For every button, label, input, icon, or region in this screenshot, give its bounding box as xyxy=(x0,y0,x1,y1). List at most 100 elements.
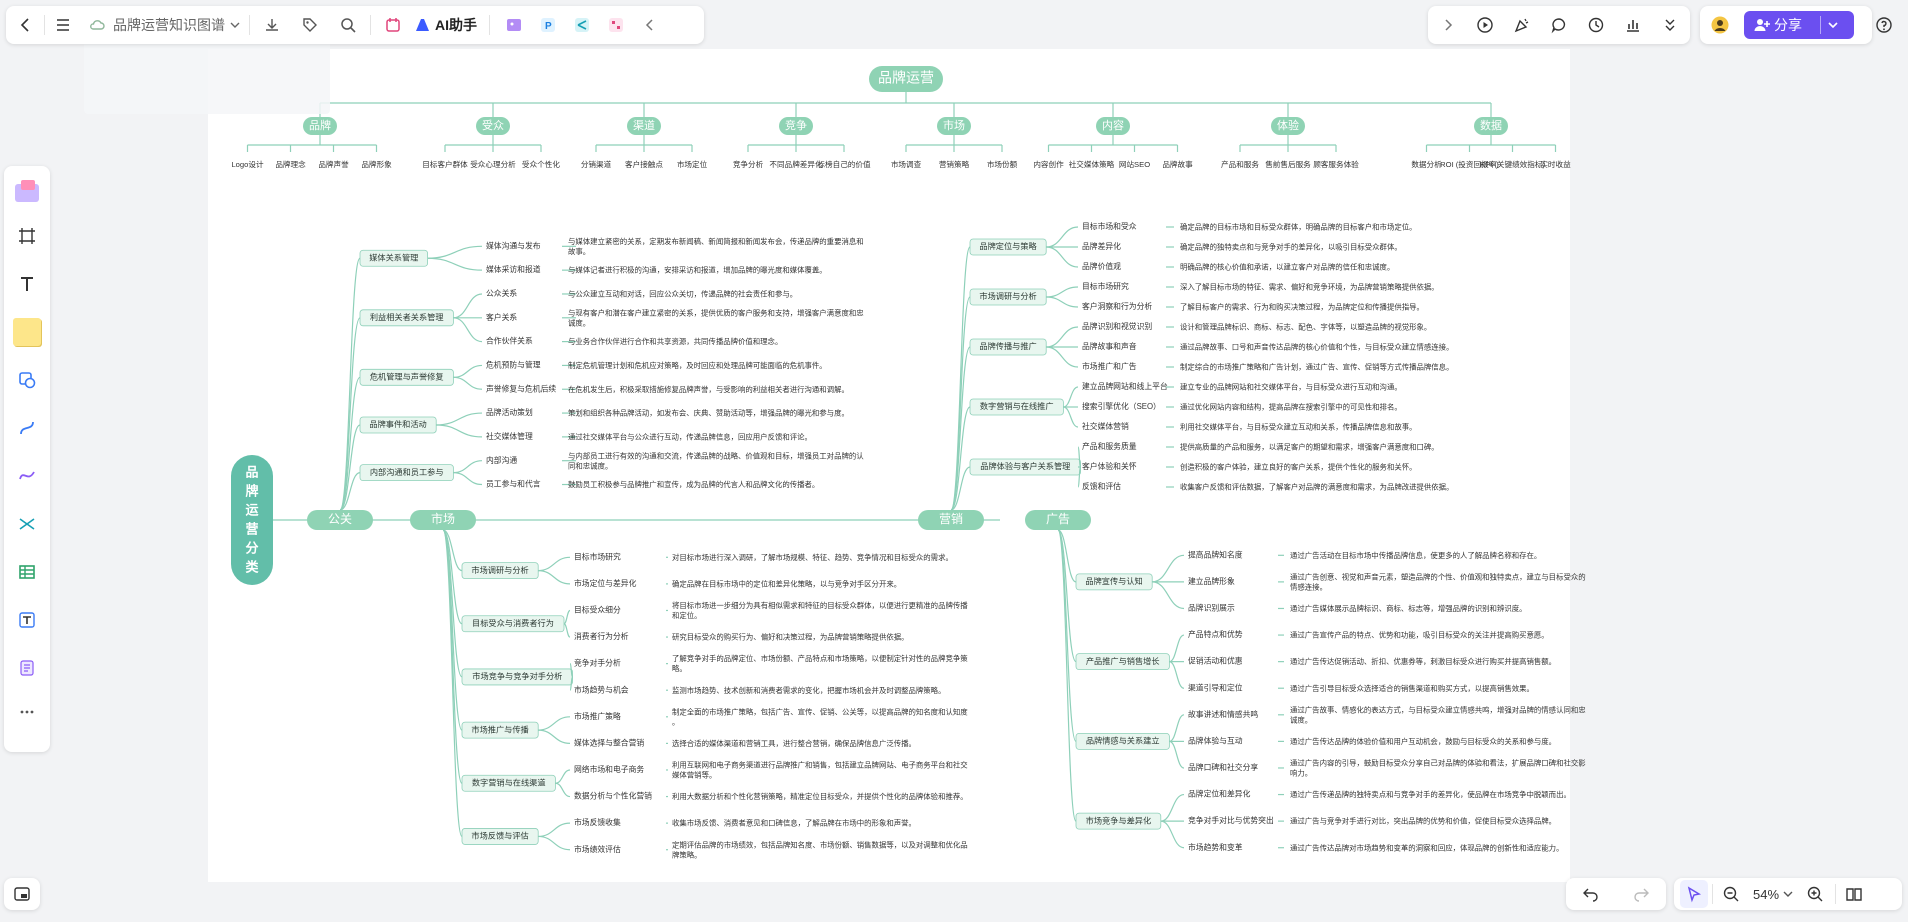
main-branch-3-label: 广告 xyxy=(1046,512,1070,526)
cloud-icon xyxy=(83,11,111,39)
ai-assistant-icon[interactable] xyxy=(413,11,433,39)
marketing-item-value: 了解目标客户的需求、行为和购买决策过程，为品牌定位和传播提供指导。 xyxy=(1180,303,1424,312)
text-tool-icon[interactable] xyxy=(13,270,41,298)
market-item-key: 媒体选择与整合营销 xyxy=(574,737,644,747)
market-group-node-label: 市场调研与分析 xyxy=(471,565,528,575)
marketing-item-key: 品牌差异化 xyxy=(1082,241,1121,251)
more-down-icon[interactable] xyxy=(1656,11,1684,39)
market-item-value: 选择合适的媒体渠道和营销工具，进行整合营销，确保品牌信息广泛传播。 xyxy=(672,739,916,748)
comment-icon[interactable] xyxy=(1545,11,1573,39)
mindmap-tool-icon[interactable] xyxy=(13,510,41,538)
marketing-item-key: 社交媒体营销 xyxy=(1082,421,1129,431)
top-leaf-text: KPI (关键绩效指标) xyxy=(1480,159,1545,169)
play-icon[interactable] xyxy=(1471,11,1499,39)
search-icon[interactable] xyxy=(334,11,362,39)
mind-map[interactable]: 品牌运营 品牌 Logo设计 品牌理念 品牌声誉 品牌形象 受众 目标客户群体 受众心理分析 受众… xyxy=(0,0,1908,917)
market-item-value: 对目标市场进行深入调研，了解市场规模、特征、趋势、竞争情况和目标受众的需求。 xyxy=(672,553,953,562)
top-root-node-label: 品牌运营 xyxy=(878,70,934,86)
market-item-key: 市场趋势与机会 xyxy=(574,684,629,694)
marketing-item-value: 确定品牌的目标市场和目标受众群体，明确品牌的目标客户和市场定位。 xyxy=(1180,223,1417,232)
main-root-char: 分 xyxy=(245,540,258,555)
help-icon[interactable] xyxy=(1870,11,1898,39)
main-branch-0-label: 公关 xyxy=(328,512,352,526)
minimap-button[interactable] xyxy=(4,878,40,910)
image-app-icon[interactable] xyxy=(500,11,528,39)
pointer-icon[interactable] xyxy=(1680,880,1708,908)
download-icon[interactable] xyxy=(258,11,286,39)
pr-item-value: 与媒体记者进行积极的沟通，安排采访和报道，增加品牌的曝光度和媒体覆盖。 xyxy=(568,266,827,275)
market-item-key: 市场反馈收集 xyxy=(574,817,621,827)
template-tool-icon[interactable] xyxy=(11,176,43,208)
chevron-down-icon[interactable] xyxy=(1779,880,1797,908)
flow-app-icon[interactable] xyxy=(602,11,630,39)
zoom-in-icon[interactable] xyxy=(1801,880,1829,908)
back-icon[interactable] xyxy=(12,11,40,39)
shape-tool-icon[interactable] xyxy=(13,366,41,394)
collapse-icon[interactable] xyxy=(636,11,664,39)
ad-item-connector xyxy=(1152,554,1185,583)
ad-item-key: 产品特点和优势 xyxy=(1188,629,1243,639)
p-app-icon[interactable]: P xyxy=(534,11,562,39)
market-item-value: 制定全面的市场推广策略，包括广告、宣传、促销、公关等，以提高品牌的知名度和认知度… xyxy=(672,707,968,726)
connector-tool-icon[interactable] xyxy=(13,414,41,442)
sticky-note-tool-icon[interactable] xyxy=(13,318,41,346)
pr-item-key: 员工参与和代言 xyxy=(486,479,541,489)
marketing-item-value: 创造积极的客户体验，建立良好的客户关系，提供个性化的服务和关怀。 xyxy=(1180,463,1417,472)
pr-item-value: 与业务合作伙伴进行合作和共享资源，共同传播品牌价值和理念。 xyxy=(568,337,782,346)
marketing-item-value: 提供高质量的产品和服务，以满足客户的期望和需求，增强客户满意度和口碑。 xyxy=(1180,443,1439,452)
ghost-panel xyxy=(84,36,330,114)
more-tools-icon[interactable] xyxy=(13,698,41,726)
calendar-app-icon[interactable] xyxy=(379,11,407,39)
marketing-item-value: 设计和管理品牌标识、商标、标志、配色、字体等，以塑造品牌的视觉形象。 xyxy=(1180,323,1431,332)
book-icon[interactable] xyxy=(1840,880,1868,908)
canvas[interactable]: 品牌运营 品牌 Logo设计 品牌理念 品牌声誉 品牌形象 受众 目标客户群体 受众心理分析 受众… xyxy=(0,0,1908,917)
zoom-out-icon[interactable] xyxy=(1717,880,1745,908)
undo-icon[interactable] xyxy=(1577,880,1605,908)
expand-icon[interactable] xyxy=(1434,11,1462,39)
top-branch-node-label: 内容 xyxy=(1102,118,1124,132)
marketing-item-value: 确定品牌的独特卖点和与竞争对手的差异化，以吸引目标受众群体。 xyxy=(1180,243,1402,252)
marketing-item-key: 反馈和评估 xyxy=(1082,481,1121,491)
chevron-down-icon[interactable] xyxy=(225,11,245,39)
text-box-tool-icon[interactable] xyxy=(13,606,41,634)
pr-item-key: 内部沟通 xyxy=(486,455,517,465)
avatar[interactable] xyxy=(1706,11,1734,39)
market-item-connector xyxy=(563,623,571,638)
marketing-item-value: 制定综合的市场推广策略和广告计划，通过广告、宣传、促销等方式传播品牌信息。 xyxy=(1180,363,1453,372)
market-item-key: 网络市场和电子商务 xyxy=(574,764,644,774)
chevron-down-icon[interactable] xyxy=(1821,11,1845,39)
market-group-node-label: 目标受众与消费者行为 xyxy=(472,618,554,628)
kanban-tool-icon[interactable] xyxy=(13,654,41,682)
share-button[interactable]: 分享 xyxy=(1744,11,1854,39)
ai-assistant-button[interactable]: AI助手 xyxy=(435,15,477,35)
marketing-group-connector xyxy=(950,246,971,511)
doc-title[interactable]: 品牌运营知识图谱 xyxy=(113,15,225,35)
ad-item-value: 通过广告宣传产品的特点、优势和功能，吸引目标受众的关注并提高购买意愿。 xyxy=(1290,631,1549,640)
ad-item-connector xyxy=(1169,714,1185,742)
frame-tool-icon[interactable] xyxy=(13,222,41,250)
ad-item-connector xyxy=(1160,793,1185,822)
pen-tool-icon[interactable] xyxy=(13,462,41,490)
redo-icon[interactable] xyxy=(1627,880,1655,908)
pr-item-value: 在危机发生后，积极采取措施修复品牌声誉，与受影响的利益相关者进行沟通和调解。 xyxy=(568,385,849,394)
menu-icon[interactable] xyxy=(49,11,77,39)
top-branch-node-label: 数据 xyxy=(1480,118,1502,132)
marketing-item-connector xyxy=(1063,406,1079,428)
ad-item-key: 品牌定位和差异化 xyxy=(1188,789,1251,799)
share-tree-icon[interactable] xyxy=(568,11,596,39)
marketing-group-connector xyxy=(950,296,971,511)
stats-icon[interactable] xyxy=(1619,11,1647,39)
left-tool-rail xyxy=(4,166,50,752)
marketing-item-connector xyxy=(1046,286,1079,298)
marketing-item-value: 通过优化网站内容和结构，提高品牌在搜索引擎中的可见性和排名。 xyxy=(1180,403,1402,412)
history-icon[interactable] xyxy=(1582,11,1610,39)
account-toolbar: 分享 xyxy=(1700,6,1872,44)
marketing-item-key: 市场推广和广告 xyxy=(1082,361,1137,371)
marketing-group-node-label: 品牌体验与客户关系管理 xyxy=(980,461,1070,471)
table-tool-icon[interactable] xyxy=(13,558,41,586)
pr-item-key: 媒体采访和报道 xyxy=(486,264,541,274)
celebrate-icon[interactable] xyxy=(1508,11,1536,39)
tag-icon[interactable] xyxy=(296,11,324,39)
ad-item-value: 通过广告传达品牌对市场趋势和变革的洞察和回应，体现品牌的创新性和适应能力。 xyxy=(1290,843,1563,852)
zoom-level[interactable]: 54% xyxy=(1753,887,1779,902)
